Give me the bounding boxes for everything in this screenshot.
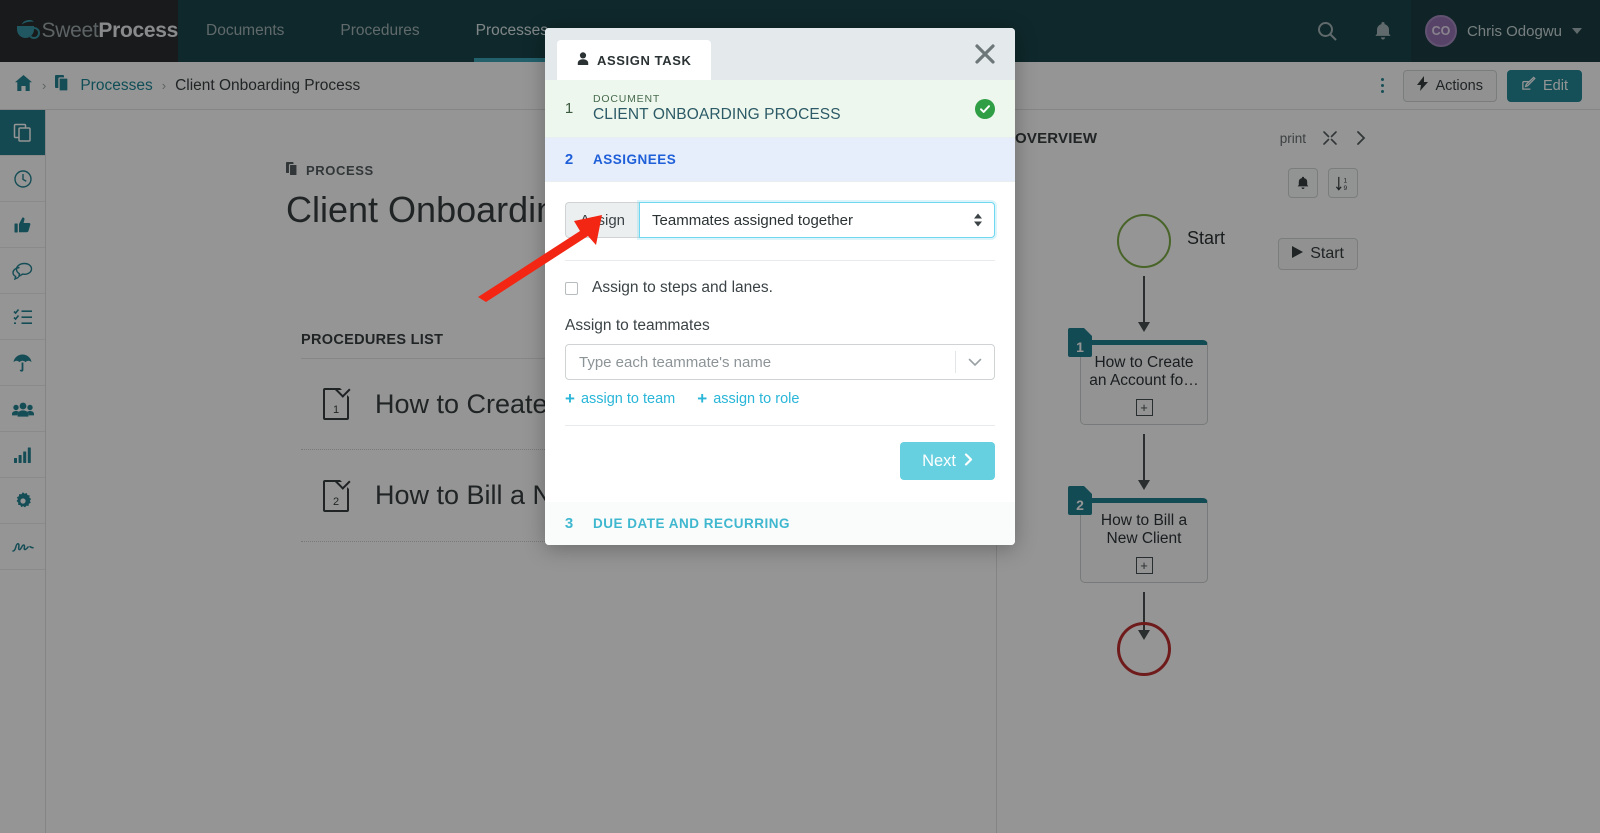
assign-to-role-link[interactable]: + assign to role xyxy=(697,390,799,407)
step-number: 2 xyxy=(563,151,575,168)
assign-mode-group: Assign Teammates assigned together xyxy=(565,202,995,238)
step-document-content: DOCUMENT CLIENT ONBOARDING PROCESS xyxy=(593,93,841,124)
check-circle-icon xyxy=(975,99,995,119)
plus-icon: + xyxy=(697,390,707,407)
assign-to-team-label: assign to team xyxy=(581,391,675,407)
next-button[interactable]: Next xyxy=(900,442,995,480)
step-kicker: DOCUMENT xyxy=(593,93,841,105)
close-icon[interactable] xyxy=(973,42,997,66)
chevron-right-icon xyxy=(964,452,973,471)
assign-steps-lanes-checkbox[interactable] xyxy=(565,282,578,295)
step-number: 3 xyxy=(563,515,575,532)
chevron-down-icon[interactable] xyxy=(956,358,994,367)
teammates-input[interactable]: Type each teammate's name xyxy=(565,344,995,380)
teammates-placeholder: Type each teammate's name xyxy=(579,354,955,371)
next-button-label: Next xyxy=(922,452,956,471)
modal-step-document[interactable]: 1 DOCUMENT CLIENT ONBOARDING PROCESS xyxy=(545,80,1015,138)
assign-mode-select[interactable]: Teammates assigned together xyxy=(639,202,995,238)
step-label: ASSIGNEES xyxy=(593,152,676,167)
person-icon xyxy=(577,52,589,68)
select-spinner-icon xyxy=(974,214,982,227)
tab-assign-task[interactable]: ASSIGN TASK xyxy=(557,40,711,80)
assign-steps-lanes-row[interactable]: Assign to steps and lanes. xyxy=(565,261,995,317)
step-number: 1 xyxy=(563,100,575,117)
app-root: SweetProcess Documents Procedures Proces… xyxy=(0,0,1600,833)
modal-header: ASSIGN TASK xyxy=(545,28,1015,80)
step-label: DUE DATE AND RECURRING xyxy=(593,516,790,531)
modal-step-assignees[interactable]: 2 ASSIGNEES xyxy=(545,138,1015,182)
assign-mode-selected-value: Teammates assigned together xyxy=(652,212,853,229)
assignees-panel: Assign Teammates assigned together Assig… xyxy=(545,182,1015,502)
assign-prefix-label: Assign xyxy=(565,202,639,238)
assign-shortcut-links: + assign to team + assign to role xyxy=(565,390,995,407)
assign-steps-lanes-label: Assign to steps and lanes. xyxy=(592,279,773,297)
plus-icon: + xyxy=(565,390,575,407)
assign-task-modal: ASSIGN TASK 1 DOCUMENT CLIENT ONBOARDING… xyxy=(545,28,1015,545)
step-document-name: CLIENT ONBOARDING PROCESS xyxy=(593,106,841,124)
assign-to-team-link[interactable]: + assign to team xyxy=(565,390,675,407)
modal-step-due-date[interactable]: 3 DUE DATE AND RECURRING xyxy=(545,502,1015,545)
teammates-field-label: Assign to teammates xyxy=(565,317,995,335)
tab-label: ASSIGN TASK xyxy=(597,53,691,68)
assign-to-role-label: assign to role xyxy=(713,391,799,407)
modal-footer-actions: Next xyxy=(565,426,995,502)
